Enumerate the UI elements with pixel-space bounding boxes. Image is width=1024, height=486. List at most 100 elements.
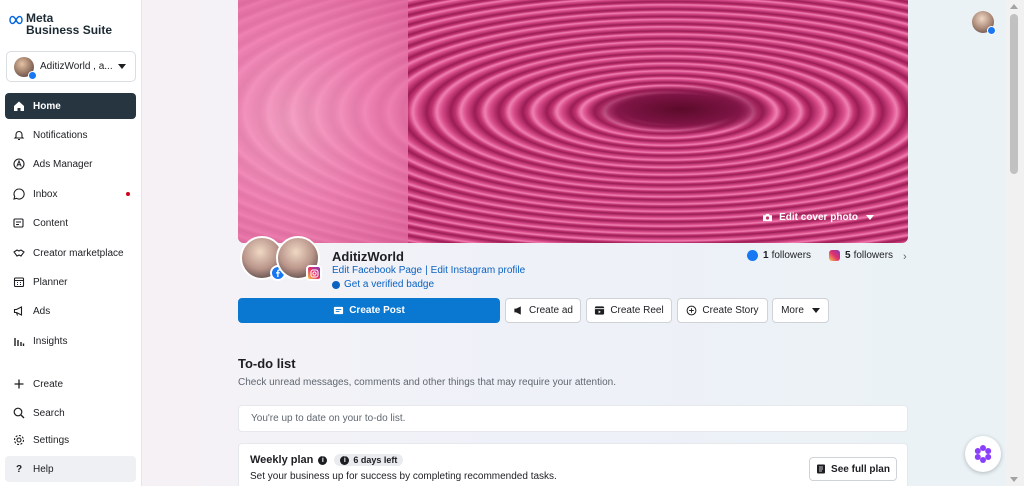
- question-icon: ?: [15, 463, 23, 475]
- edit-facebook-page-link[interactable]: Edit Facebook Page: [332, 265, 422, 276]
- create-reel-label: Create Reel: [610, 305, 664, 316]
- nav-inbox[interactable]: Inbox: [5, 181, 136, 207]
- instagram-followers-label: followers: [853, 250, 894, 261]
- nav-home[interactable]: Home: [5, 93, 136, 119]
- page-name: AditizWorld: [332, 249, 404, 264]
- scroll-down-arrow-icon[interactable]: [1010, 477, 1018, 482]
- chat-icon: [13, 188, 25, 200]
- calendar-icon: [13, 276, 25, 288]
- create-ad-label: Create ad: [529, 305, 573, 316]
- megaphone-icon: [13, 305, 25, 317]
- nav-home-label: Home: [33, 100, 61, 112]
- home-icon: [13, 100, 25, 112]
- see-full-plan-button[interactable]: See full plan: [809, 457, 897, 481]
- weekly-plan-card: Weekly plan i i 6 days left Set your bus…: [238, 443, 908, 486]
- more-button[interactable]: More: [772, 298, 829, 323]
- facebook-badge-icon: [987, 26, 996, 35]
- facebook-followers[interactable]: 1 followers: [747, 250, 811, 261]
- nav-help-label: Help: [33, 463, 54, 475]
- nav-creator-marketplace[interactable]: Creator marketplace: [5, 240, 136, 266]
- create-story-label: Create Story: [702, 305, 759, 316]
- ads-manager-icon: [13, 158, 25, 170]
- bar-chart-icon: [13, 335, 25, 347]
- link-separator: |: [425, 265, 428, 276]
- chevron-right-icon[interactable]: ›: [903, 251, 907, 263]
- story-icon: [687, 305, 697, 316]
- nav-search[interactable]: Search: [5, 400, 136, 426]
- caret-down-icon: [811, 308, 820, 313]
- user-avatar[interactable]: [972, 11, 996, 35]
- nav-planner-label: Planner: [33, 276, 68, 288]
- info-icon[interactable]: i: [318, 455, 328, 465]
- nav-inbox-label: Inbox: [33, 188, 58, 200]
- nav-ads-manager[interactable]: Ads Manager: [5, 151, 136, 177]
- unread-dot: [126, 192, 130, 196]
- edit-cover-photo-label: Edit cover photo: [779, 212, 858, 223]
- nav-insights[interactable]: Insights: [5, 328, 136, 354]
- account-name: AditizWorld , a...: [40, 61, 113, 72]
- see-full-plan-label: See full plan: [831, 463, 890, 475]
- meta-logo[interactable]: Meta Business Suite: [8, 12, 112, 36]
- megaphone-icon: [514, 306, 521, 315]
- instagram-followers[interactable]: 5 followers: [829, 250, 893, 261]
- cover-petal-highlight: [238, 0, 408, 243]
- edit-instagram-profile-link[interactable]: Edit Instagram profile: [431, 265, 526, 276]
- info-icon: i: [340, 455, 350, 465]
- account-avatar: [14, 56, 37, 80]
- weekly-plan-subtitle: Set your business up for success by comp…: [250, 471, 557, 482]
- plus-icon: [13, 378, 25, 390]
- todo-subtitle: Check unread messages, comments and othe…: [238, 377, 616, 388]
- brand-line2: Business Suite: [26, 23, 113, 37]
- instagram-badge-icon: [306, 265, 322, 281]
- nav-settings[interactable]: Settings: [5, 427, 136, 453]
- create-ad-button[interactable]: Create ad: [505, 298, 581, 323]
- verified-badge-link[interactable]: Get a verified badge: [332, 279, 434, 290]
- gear-icon: [13, 434, 25, 446]
- edit-cover-photo-button[interactable]: Edit cover photo: [762, 212, 874, 223]
- list-icon: [817, 464, 826, 474]
- reel-icon: [595, 306, 605, 315]
- search-icon: [13, 407, 25, 419]
- instagram-profile-picture[interactable]: [276, 236, 322, 281]
- nav-ads[interactable]: Ads: [5, 298, 136, 324]
- camera-icon: [763, 213, 773, 222]
- meta-ai-assistant-button[interactable]: [965, 436, 1001, 472]
- nav-insights-label: Insights: [33, 335, 68, 347]
- nav-notifications[interactable]: Notifications: [5, 122, 136, 148]
- sidebar: Meta Business Suite AditizWorld , a... H…: [0, 0, 142, 486]
- scroll-up-arrow-icon[interactable]: [1010, 4, 1018, 9]
- content-icon: [13, 217, 25, 229]
- instagram-icon: [829, 250, 840, 261]
- caret-down-icon: [866, 215, 874, 220]
- nav-content[interactable]: Content: [5, 210, 136, 236]
- facebook-follower-count: 1: [763, 250, 769, 261]
- post-icon: [334, 306, 344, 315]
- facebook-icon: [747, 250, 758, 261]
- account-switcher[interactable]: AditizWorld , a...: [6, 51, 136, 82]
- caret-down-icon: [118, 64, 126, 69]
- bell-icon: [13, 129, 25, 141]
- instagram-follower-count: 5: [845, 250, 851, 261]
- scrollbar-thumb[interactable]: [1010, 14, 1018, 174]
- cover-photo: Edit cover photo: [238, 0, 908, 243]
- nav-ads-label: Ads: [33, 305, 51, 317]
- nav-create-label: Create: [33, 378, 64, 390]
- nav-content-label: Content: [33, 217, 69, 229]
- flower-icon: [974, 445, 992, 463]
- verified-check-icon: [332, 280, 340, 289]
- create-post-button[interactable]: Create Post: [238, 298, 500, 323]
- create-post-label: Create Post: [349, 305, 405, 316]
- nav-search-label: Search: [33, 407, 65, 419]
- verified-badge-label: Get a verified badge: [344, 279, 435, 290]
- page-scrollbar[interactable]: [1005, 0, 1024, 486]
- days-left-badge: i 6 days left: [334, 454, 404, 466]
- create-story-button[interactable]: Create Story: [677, 298, 768, 323]
- weekly-plan-title: Weekly plan: [250, 454, 314, 466]
- nav-create[interactable]: Create: [5, 371, 136, 397]
- nav-planner[interactable]: Planner: [5, 269, 136, 295]
- create-reel-button[interactable]: Create Reel: [586, 298, 672, 323]
- todo-title: To-do list: [238, 356, 296, 371]
- nav-help[interactable]: ? Help: [5, 456, 136, 482]
- todo-empty-card: You're up to date on your to-do list.: [238, 405, 908, 432]
- more-label: More: [781, 305, 804, 316]
